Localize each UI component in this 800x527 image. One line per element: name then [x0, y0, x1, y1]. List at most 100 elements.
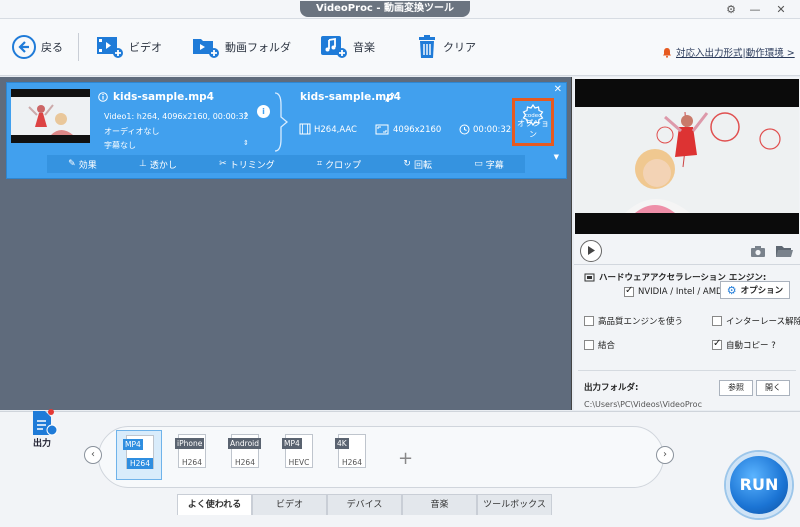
- hq-engine-row: 高品質エンジンを使う: [584, 315, 683, 327]
- add-video-label: ビデオ: [129, 41, 162, 54]
- deinterlace-label: インターレース解除: [726, 317, 800, 327]
- add-music-button[interactable]: 音楽: [320, 34, 375, 60]
- codec-option-label: オプション: [517, 119, 549, 139]
- prev-format-chevron-icon[interactable]: ‹: [84, 446, 102, 464]
- video-folder-icon: [193, 39, 219, 58]
- merge-label: 結合: [598, 341, 616, 351]
- tab-device[interactable]: デバイス: [327, 494, 402, 515]
- snapshot-camera-icon[interactable]: [750, 245, 766, 258]
- deinterlace-row: インターレース解除: [712, 315, 800, 327]
- video-track-info: Video1: h264, 4096x2160, 00:00:32: [104, 112, 249, 121]
- clear-label: クリア: [443, 41, 476, 54]
- right-panel: ハードウェアアクセラレーション エンジン: NVIDIA / Intel / A…: [574, 77, 800, 410]
- effects-button[interactable]: ✎ 効果: [68, 158, 97, 171]
- title-bar: VideoProc - 動画変換ツール ⚙ — ✕: [0, 0, 800, 19]
- play-icon: [588, 246, 595, 255]
- format-iphone-h264[interactable]: iPhone H264: [169, 430, 215, 480]
- back-button[interactable]: 戻る: [12, 34, 63, 60]
- merge-checkbox[interactable]: [584, 340, 594, 350]
- settings-gear-icon[interactable]: ⚙: [722, 2, 740, 17]
- subtitle-icon: ▭: [474, 159, 483, 169]
- open-folder-icon[interactable]: [775, 244, 793, 258]
- tab-music[interactable]: 音楽: [402, 494, 477, 515]
- format-mp4-h264[interactable]: MP4 H264: [116, 430, 162, 480]
- tab-common[interactable]: よく使われる: [177, 494, 252, 515]
- output-format-bar: 出力 ‹ › MP4 H264 iPhone H264 Android H264…: [0, 409, 800, 527]
- codec-option-button[interactable]: codec オプション: [512, 98, 554, 146]
- toolbar-divider: [78, 33, 79, 61]
- add-video-button[interactable]: ビデオ: [96, 34, 162, 60]
- close-button[interactable]: ✕: [772, 2, 790, 17]
- tab-video[interactable]: ビデオ: [252, 494, 327, 515]
- track-info-badge-icon[interactable]: i: [257, 105, 270, 118]
- audio-track-info: オーディオなし: [104, 127, 160, 136]
- gear-icon: ⚙: [726, 283, 737, 297]
- hw-option-button[interactable]: ⚙ オプション: [720, 281, 790, 299]
- add-video-folder-button[interactable]: 動画フォルダ: [192, 34, 291, 60]
- subtitle-dropdown-icon[interactable]: ⇕: [243, 139, 249, 147]
- toolbar: 戻る ビデオ 動画フォルダ 音楽 クリア 対応入出力形式|動作環境 >: [0, 19, 800, 76]
- magic-wand-icon: ✎: [68, 159, 76, 169]
- video-track-dropdown-icon[interactable]: ⇕: [243, 111, 249, 119]
- film-icon: [299, 123, 311, 135]
- auto-copy-label: 自動コピー ?: [726, 341, 776, 351]
- auto-copy-checkbox[interactable]: [712, 338, 722, 350]
- notice-text: 対応入出力形式|動作環境 >: [676, 48, 795, 59]
- trash-icon: [419, 35, 435, 58]
- music-icon: [321, 36, 347, 58]
- format-category-tabs: よく使われる ビデオ デバイス 音楽 ツールボックス: [177, 494, 552, 515]
- minimize-button[interactable]: —: [746, 2, 764, 17]
- merge-row: 結合: [584, 339, 615, 351]
- back-label: 戻る: [41, 41, 63, 54]
- tab-toolbox[interactable]: ツールボックス: [477, 494, 552, 515]
- output-format-icon: [33, 409, 58, 436]
- rotate-button[interactable]: ↻ 回転: [403, 158, 432, 171]
- trim-button[interactable]: ✂ トリミング: [219, 158, 275, 171]
- next-format-chevron-icon[interactable]: ›: [656, 446, 674, 464]
- file-item[interactable]: kids-sample.mp4 Video1: h264, 4096x2160,…: [6, 82, 567, 179]
- rename-pencil-icon[interactable]: [385, 92, 395, 102]
- video-thumbnail: [11, 89, 90, 143]
- info-icon[interactable]: [98, 92, 108, 102]
- format-android-h264[interactable]: Android H264: [222, 430, 268, 480]
- back-arrow-icon: [12, 35, 36, 59]
- edit-toolbar: ✎ 効果 ⊥ 透かし ✂ トリミング ⌗ クロップ ↻ 回転 ▭ 字幕: [47, 155, 525, 173]
- browse-button[interactable]: 参照: [719, 380, 753, 396]
- output-folder-label: 出力フォルダ:: [584, 383, 639, 393]
- clock-icon: [459, 124, 470, 135]
- add-video-icon: [97, 37, 123, 58]
- run-button[interactable]: RUN: [726, 452, 792, 518]
- remove-file-close-icon[interactable]: ✕: [554, 84, 562, 95]
- video-preview: [575, 79, 799, 234]
- stamp-icon: ⊥: [139, 159, 147, 169]
- supported-formats-link[interactable]: 対応入出力形式|動作環境 >: [662, 45, 795, 59]
- settings-panel: ハードウェアアクセラレーション エンジン: NVIDIA / Intel / A…: [574, 267, 800, 410]
- music-label: 音楽: [353, 41, 375, 54]
- clear-button[interactable]: クリア: [416, 34, 476, 60]
- expand-caret-icon[interactable]: ▼: [554, 153, 559, 161]
- bell-icon: [663, 47, 671, 58]
- preview-controls: [574, 237, 800, 265]
- arrow-bracket-icon: [274, 92, 289, 152]
- format-mp4-hevc[interactable]: MP4 HEVC: [276, 430, 322, 480]
- window-title: VideoProc - 動画変換ツール: [300, 1, 470, 17]
- crop-button[interactable]: ⌗ クロップ: [317, 158, 361, 171]
- output-resolution: 4096x2160: [393, 125, 442, 135]
- open-folder-button[interactable]: 開く: [756, 380, 790, 396]
- output-label: 出力: [32, 439, 51, 449]
- hw-accel-checkbox[interactable]: [624, 285, 634, 297]
- rotate-icon: ↻: [403, 159, 411, 169]
- deinterlace-checkbox[interactable]: [712, 316, 722, 326]
- hq-engine-checkbox[interactable]: [584, 316, 594, 326]
- subtitle-track-info: 字幕なし: [104, 141, 136, 150]
- format-4k-h264[interactable]: 4K H264: [329, 430, 375, 480]
- watermark-button[interactable]: ⊥ 透かし: [139, 158, 177, 171]
- hq-engine-label: 高品質エンジンを使う: [598, 317, 684, 327]
- video-folder-label: 動画フォルダ: [225, 41, 291, 54]
- hw-vendor-label: NVIDIA / Intel / AMD: [638, 287, 723, 297]
- resolution-icon: [375, 124, 389, 135]
- add-format-plus-icon[interactable]: +: [398, 448, 413, 469]
- hw-vendor-row: NVIDIA / Intel / AMD: [624, 285, 723, 297]
- play-button[interactable]: [580, 240, 602, 262]
- subtitle-button[interactable]: ▭ 字幕: [474, 158, 504, 171]
